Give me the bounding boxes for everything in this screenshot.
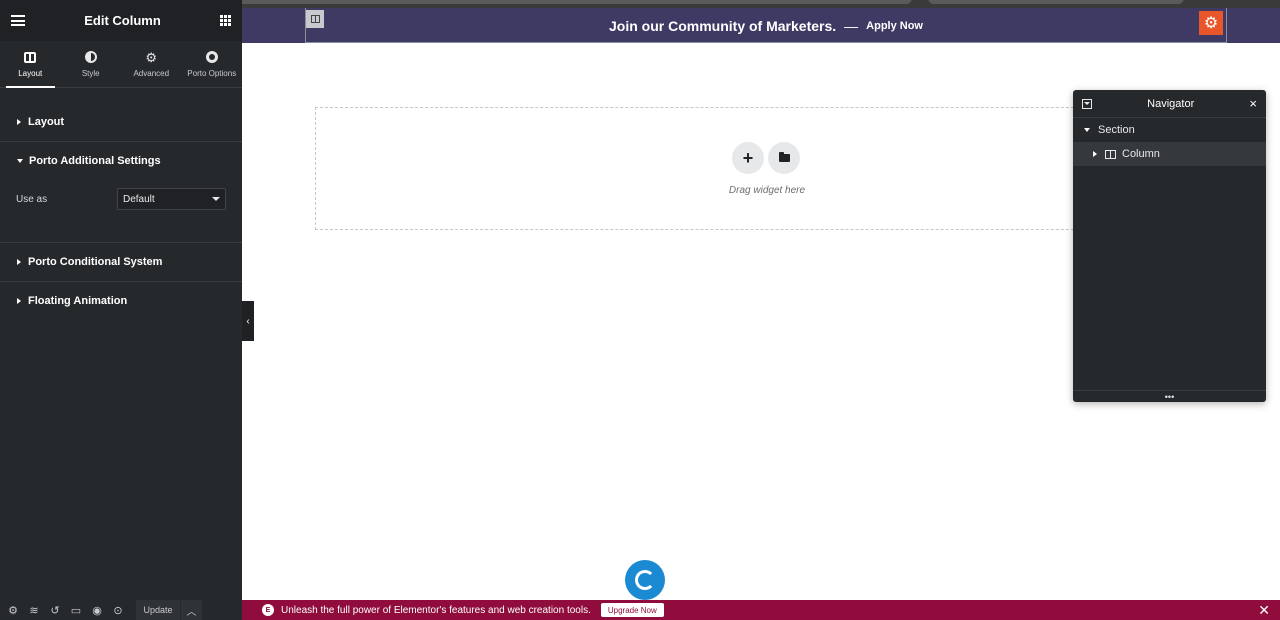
spinner-icon	[635, 570, 655, 590]
section-floating-animation: Floating Animation	[0, 282, 242, 320]
section-floating-animation-toggle[interactable]: Floating Animation	[0, 282, 242, 320]
section-porto-additional-toggle[interactable]: Porto Additional Settings	[0, 142, 242, 180]
banner-dash: —	[844, 17, 859, 34]
navigator-panel: Navigator × Section Column •••	[1073, 90, 1266, 402]
search-icon[interactable]: ⊙	[111, 603, 125, 617]
section-layout-toggle[interactable]: Layout	[0, 90, 242, 141]
upgrade-now-button[interactable]: Upgrade Now	[600, 603, 664, 617]
preview-eye-icon[interactable]: ◉	[90, 603, 104, 617]
tab-label: Porto Options	[187, 69, 237, 78]
tab-advanced[interactable]: ⚙ Advanced	[121, 41, 182, 87]
layers-icon[interactable]: ≋	[27, 603, 41, 617]
add-section-button[interactable]: +	[732, 142, 764, 174]
column-icon	[310, 15, 320, 23]
caret-right-icon[interactable]	[1093, 151, 1097, 157]
panel-footer: ⚙ ≋ ↺ ▭ ◉ ⊙ Update ︿	[0, 600, 242, 620]
tab-style[interactable]: Style	[61, 41, 122, 87]
circle-dot-icon	[205, 51, 218, 63]
update-button[interactable]: Update	[136, 600, 180, 620]
settings-icon[interactable]: ⚙	[6, 603, 20, 617]
tab-label: Style	[81, 69, 100, 78]
gear-icon: ⚙	[145, 49, 158, 65]
collapse-all-icon[interactable]	[1082, 98, 1092, 109]
apply-now-link[interactable]: Apply Now	[866, 20, 923, 32]
edit-column-handle[interactable]	[306, 10, 324, 28]
promo-text: Unleash the full power of Elementor's fe…	[281, 604, 591, 616]
close-icon[interactable]: ✕	[1258, 603, 1270, 617]
caret-right-icon	[17, 259, 21, 265]
caret-down-icon[interactable]	[1084, 128, 1090, 132]
use-as-value: Default	[123, 193, 155, 205]
navigator-item-label: Section	[1098, 124, 1135, 136]
caret-right-icon	[17, 298, 21, 304]
tab-label: Advanced	[133, 69, 170, 78]
chevron-down-icon	[212, 197, 220, 201]
caret-down-icon	[17, 159, 23, 163]
section-porto-conditional: Porto Conditional System	[0, 243, 242, 282]
loading-spinner	[625, 560, 665, 600]
use-as-select[interactable]: Default	[117, 188, 226, 210]
navigator-header[interactable]: Navigator ×	[1073, 90, 1266, 118]
editor-panel: Edit Column Layout Style ⚙ Advanced Port…	[0, 0, 242, 620]
tab-layout[interactable]: Layout	[0, 41, 61, 88]
browser-address-pill	[928, 0, 1184, 4]
plus-icon: +	[742, 148, 754, 168]
section-title: Layout	[28, 115, 65, 128]
section-title: Floating Animation	[28, 295, 128, 307]
menu-icon[interactable]	[11, 15, 25, 26]
navigator-item-section[interactable]: Section	[1073, 118, 1266, 142]
tab-porto-options[interactable]: Porto Options	[182, 41, 243, 87]
tab-label: Layout	[18, 69, 43, 78]
columns-icon	[24, 51, 37, 63]
history-icon[interactable]: ↺	[48, 603, 62, 617]
responsive-icon[interactable]: ▭	[69, 603, 83, 617]
promo-bar: E Unleash the full power of Elementor's …	[242, 600, 1280, 620]
banner-content: Join our Community of Marketers. — Apply…	[305, 8, 1227, 43]
widgets-grid-icon[interactable]	[219, 15, 231, 26]
section-layout: Layout	[0, 90, 242, 142]
panel-header: Edit Column	[0, 0, 242, 41]
navigator-title: Navigator	[1147, 97, 1195, 110]
elementor-logo-icon: E	[262, 604, 274, 616]
chevron-up-icon[interactable]: ︿	[180, 600, 202, 620]
caret-right-icon	[17, 118, 21, 125]
add-template-button[interactable]	[768, 142, 800, 174]
banner-text: Join our Community of Marketers.	[609, 17, 837, 34]
section-porto-additional: Porto Additional Settings Use as Default	[0, 142, 242, 243]
use-as-label: Use as	[16, 193, 48, 205]
half-circle-icon	[84, 51, 97, 63]
navigator-item-column[interactable]: Column	[1073, 142, 1266, 166]
settings-gear-button[interactable]: ⚙	[1199, 11, 1223, 35]
folder-icon	[778, 152, 790, 162]
use-as-control: Use as Default	[0, 188, 242, 210]
section-title: Porto Conditional System	[28, 256, 163, 268]
panel-title: Edit Column	[84, 13, 161, 28]
navigator-item-label: Column	[1122, 148, 1160, 160]
section-porto-conditional-toggle[interactable]: Porto Conditional System	[0, 243, 242, 281]
collapse-panel-button[interactable]: ‹	[242, 301, 254, 341]
column-icon	[1105, 149, 1116, 159]
close-icon[interactable]: ×	[1249, 97, 1257, 110]
section-title: Porto Additional Settings	[29, 155, 161, 167]
panel-tabs: Layout Style ⚙ Advanced Porto Options	[0, 41, 242, 88]
navigator-resize-handle[interactable]: •••	[1073, 390, 1266, 402]
